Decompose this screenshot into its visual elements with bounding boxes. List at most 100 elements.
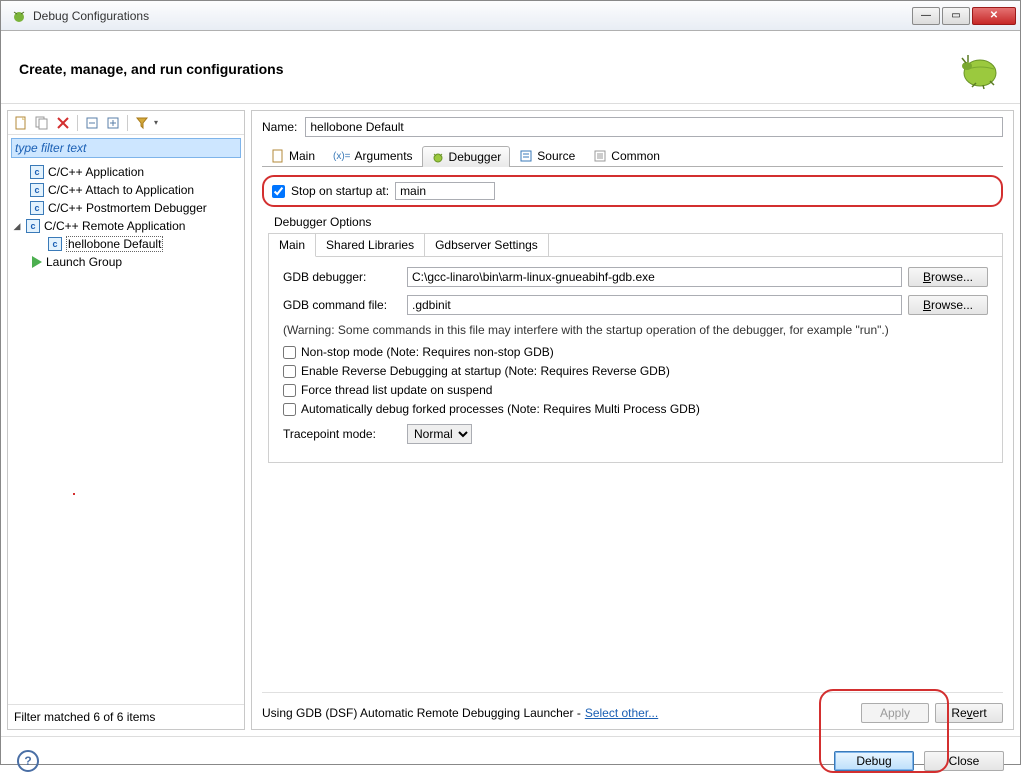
gdb-debugger-input[interactable]: [407, 267, 902, 287]
document-icon: [271, 149, 285, 163]
titlebar: Debug Configurations — ▭ ✕: [1, 1, 1020, 31]
c-icon: c: [26, 219, 40, 233]
dialog-title: Create, manage, and run configurations: [19, 61, 284, 77]
stray-mark: [73, 493, 75, 495]
subtab-shared-libraries[interactable]: Shared Libraries: [316, 234, 425, 256]
left-pane: ▾ cC/C++ Application cC/C++ Attach to Ap…: [7, 110, 245, 730]
subtab-row: Main Shared Libraries Gdbserver Settings: [269, 234, 1002, 257]
bug-icon: [11, 8, 27, 24]
tree-item-cpp-attach[interactable]: cC/C++ Attach to Application: [12, 181, 240, 199]
config-tree[interactable]: cC/C++ Application cC/C++ Attach to Appl…: [8, 161, 244, 704]
debug-button[interactable]: Debug: [834, 751, 914, 771]
tracepoint-label: Tracepoint mode:: [283, 427, 401, 441]
subtab-main[interactable]: Main: [269, 234, 316, 257]
toolbar-separator: [127, 115, 128, 131]
toolbar-separator: [77, 115, 78, 131]
filter-icon[interactable]: [133, 114, 151, 132]
subtab-content: GDB debugger: Browse... GDB command file…: [269, 257, 1002, 462]
collapse-all-icon[interactable]: [83, 114, 101, 132]
gdb-command-input[interactable]: [407, 295, 902, 315]
content-area: ▾ cC/C++ Application cC/C++ Attach to Ap…: [1, 104, 1020, 736]
tree-item-cpp-remote[interactable]: ◢cC/C++ Remote Application: [12, 217, 240, 235]
stop-on-startup-input[interactable]: [395, 182, 495, 200]
bug-banner-icon: [954, 45, 1002, 93]
expand-all-icon[interactable]: [104, 114, 122, 132]
tracepoint-row: Tracepoint mode: Normal: [283, 424, 988, 444]
close-window-button[interactable]: ✕: [972, 7, 1016, 25]
close-button[interactable]: Close: [924, 751, 1004, 771]
gdb-command-label: GDB command file:: [283, 298, 401, 312]
filter-wrap: [8, 135, 244, 161]
browse-command-button[interactable]: Browse...: [908, 295, 988, 315]
nonstop-row: Non-stop mode (Note: Requires non-stop G…: [283, 345, 988, 359]
play-icon: [32, 256, 42, 268]
tab-arguments[interactable]: (x)=Arguments: [324, 145, 422, 166]
tab-debugger[interactable]: Debugger: [422, 146, 511, 167]
gdb-command-row: GDB command file: Browse...: [283, 295, 988, 315]
stop-on-startup-row: Stop on startup at:: [262, 175, 1003, 207]
minimize-button[interactable]: —: [912, 7, 940, 25]
tab-main[interactable]: Main: [262, 145, 324, 166]
launcher-row: Using GDB (DSF) Automatic Remote Debuggi…: [262, 692, 1003, 723]
duplicate-config-icon[interactable]: [33, 114, 51, 132]
force-thread-label: Force thread list update on suspend: [301, 383, 492, 397]
browse-debugger-button[interactable]: Browse...: [908, 267, 988, 287]
c-icon: c: [30, 165, 44, 179]
tree-item-cpp-postmortem[interactable]: cC/C++ Postmortem Debugger: [12, 199, 240, 217]
spacer: [262, 463, 1003, 692]
tree-item-cpp-application[interactable]: cC/C++ Application: [12, 163, 240, 181]
select-other-link[interactable]: Select other...: [585, 706, 658, 720]
tree-item-hellobone[interactable]: chellobone Default: [12, 235, 240, 253]
nonstop-label: Non-stop mode (Note: Requires non-stop G…: [301, 345, 554, 359]
gdb-debugger-row: GDB debugger: Browse...: [283, 267, 988, 287]
source-icon: [519, 149, 533, 163]
name-label: Name:: [262, 120, 297, 134]
filter-status: Filter matched 6 of 6 items: [8, 704, 244, 729]
tracepoint-select[interactable]: Normal: [407, 424, 472, 444]
right-pane: Name: Main (x)=Arguments Debugger Source…: [251, 110, 1014, 730]
new-config-icon[interactable]: [12, 114, 30, 132]
revert-button[interactable]: Revert: [935, 703, 1003, 723]
reverse-row: Enable Reverse Debugging at startup (Not…: [283, 364, 988, 378]
fork-label: Automatically debug forked processes (No…: [301, 402, 700, 416]
apply-revert-group: Apply Revert: [861, 703, 1003, 723]
gdb-debugger-label: GDB debugger:: [283, 270, 401, 284]
bottom-bar: ? Debug Close: [1, 736, 1020, 784]
debugger-options-label: Debugger Options: [274, 215, 1003, 229]
debugger-options-group: Main Shared Libraries Gdbserver Settings…: [268, 233, 1003, 463]
filter-dropdown-icon[interactable]: ▾: [154, 118, 162, 127]
fork-checkbox[interactable]: [283, 403, 296, 416]
nonstop-checkbox[interactable]: [283, 346, 296, 359]
window-title: Debug Configurations: [33, 9, 910, 23]
window-buttons: — ▭ ✕: [910, 7, 1016, 25]
c-icon: c: [48, 237, 62, 251]
name-input[interactable]: [305, 117, 1003, 137]
arguments-icon: (x)=: [333, 151, 351, 162]
reverse-checkbox[interactable]: [283, 365, 296, 378]
delete-config-icon[interactable]: [54, 114, 72, 132]
fork-row: Automatically debug forked processes (No…: [283, 402, 988, 416]
tree-item-launch-group[interactable]: Launch Group: [12, 253, 240, 271]
apply-button[interactable]: Apply: [861, 703, 929, 723]
force-thread-row: Force thread list update on suspend: [283, 383, 988, 397]
subtab-gdbserver[interactable]: Gdbserver Settings: [425, 234, 549, 256]
reverse-label: Enable Reverse Debugging at startup (Not…: [301, 364, 670, 378]
force-thread-checkbox[interactable]: [283, 384, 296, 397]
help-icon[interactable]: ?: [17, 750, 39, 772]
maximize-button[interactable]: ▭: [942, 7, 970, 25]
common-icon: [593, 149, 607, 163]
bottom-buttons: Debug Close: [834, 751, 1004, 771]
caret-down-icon[interactable]: ◢: [12, 221, 22, 232]
left-toolbar: ▾: [8, 111, 244, 135]
filter-input[interactable]: [11, 138, 241, 158]
name-row: Name:: [262, 117, 1003, 137]
bug-tab-icon: [431, 150, 445, 164]
tab-source[interactable]: Source: [510, 145, 584, 166]
stop-on-startup-checkbox[interactable]: [272, 185, 285, 198]
stop-on-startup-label: Stop on startup at:: [291, 184, 389, 198]
warning-text: (Warning: Some commands in this file may…: [283, 323, 988, 337]
c-icon: c: [30, 183, 44, 197]
launcher-text: Using GDB (DSF) Automatic Remote Debuggi…: [262, 706, 581, 720]
tab-common[interactable]: Common: [584, 145, 669, 166]
dialog-header: Create, manage, and run configurations: [1, 31, 1020, 104]
